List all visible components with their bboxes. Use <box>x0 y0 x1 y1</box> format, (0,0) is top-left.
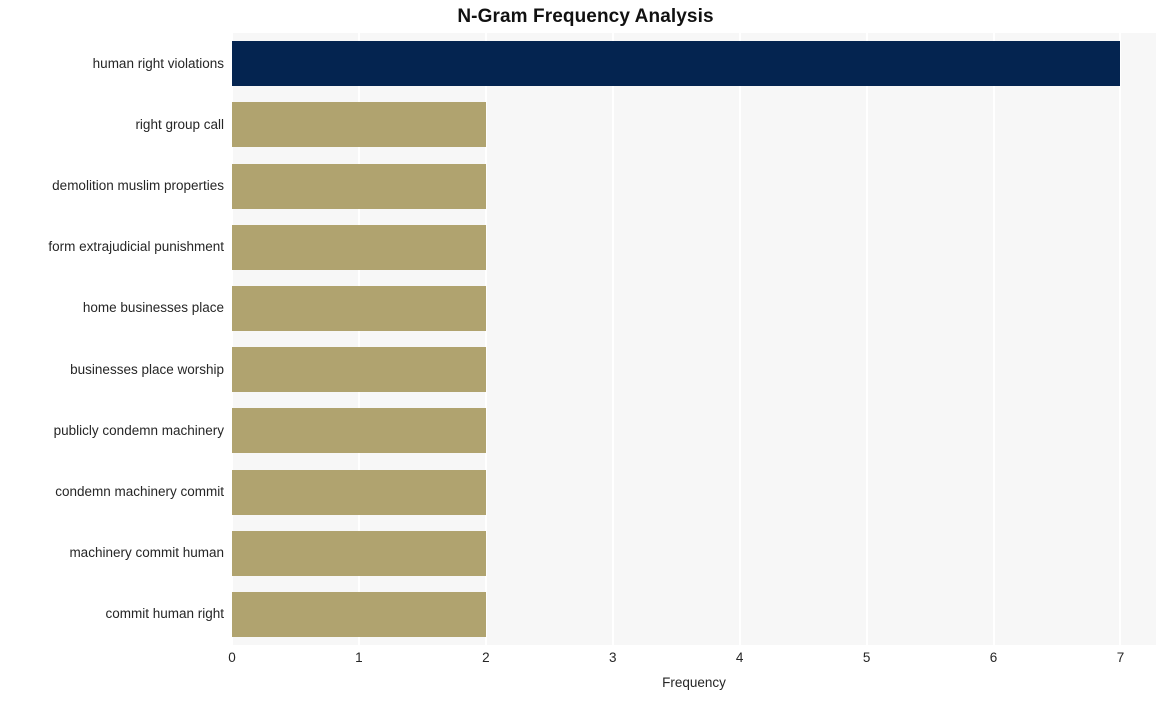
x-tick-label: 6 <box>989 650 998 665</box>
y-tick-label: businesses place worship <box>70 361 224 377</box>
bar[interactable] <box>232 408 486 454</box>
y-axis-tick-labels: human right violations right group call de… <box>0 33 224 645</box>
bar[interactable] <box>232 163 486 209</box>
bar[interactable] <box>232 347 486 393</box>
x-axis-title: Frequency <box>662 675 726 690</box>
x-tick-label: 0 <box>228 650 236 665</box>
x-tick-label: 2 <box>482 650 490 665</box>
x-tick-label: 1 <box>355 650 363 665</box>
y-tick-label: condemn machinery commit <box>55 484 224 499</box>
y-tick-label: machinery commit human <box>69 545 224 561</box>
y-tick-label: right group call <box>135 116 224 132</box>
bar[interactable] <box>232 591 486 637</box>
bar[interactable] <box>232 469 486 515</box>
x-axis-tick-labels: 0 1 2 3 4 5 6 7 <box>0 650 1171 670</box>
x-tick-label: 7 <box>1116 650 1125 665</box>
y-tick-label: home businesses place <box>82 300 224 316</box>
x-tick-label: 3 <box>609 650 617 665</box>
y-tick-label: publicly condemn machinery <box>53 422 224 438</box>
bar[interactable] <box>232 41 1121 87</box>
y-tick-label: demolition muslim properties <box>52 178 224 193</box>
bar-series <box>232 33 1156 645</box>
x-tick-label: 4 <box>735 650 744 665</box>
plot-area <box>232 33 1156 645</box>
x-tick-label: 5 <box>862 650 871 665</box>
chart-figure: N-Gram Frequency Analysis human right vi… <box>0 0 1171 701</box>
bar[interactable] <box>232 224 486 270</box>
bar[interactable] <box>232 102 486 148</box>
bar[interactable] <box>232 285 486 331</box>
y-tick-label: human right violations <box>92 55 224 71</box>
bar[interactable] <box>232 530 486 576</box>
y-tick-label: form extrajudicial punishment <box>48 239 224 255</box>
y-tick-label: commit human right <box>105 606 224 622</box>
chart-title: N-Gram Frequency Analysis <box>457 6 714 27</box>
